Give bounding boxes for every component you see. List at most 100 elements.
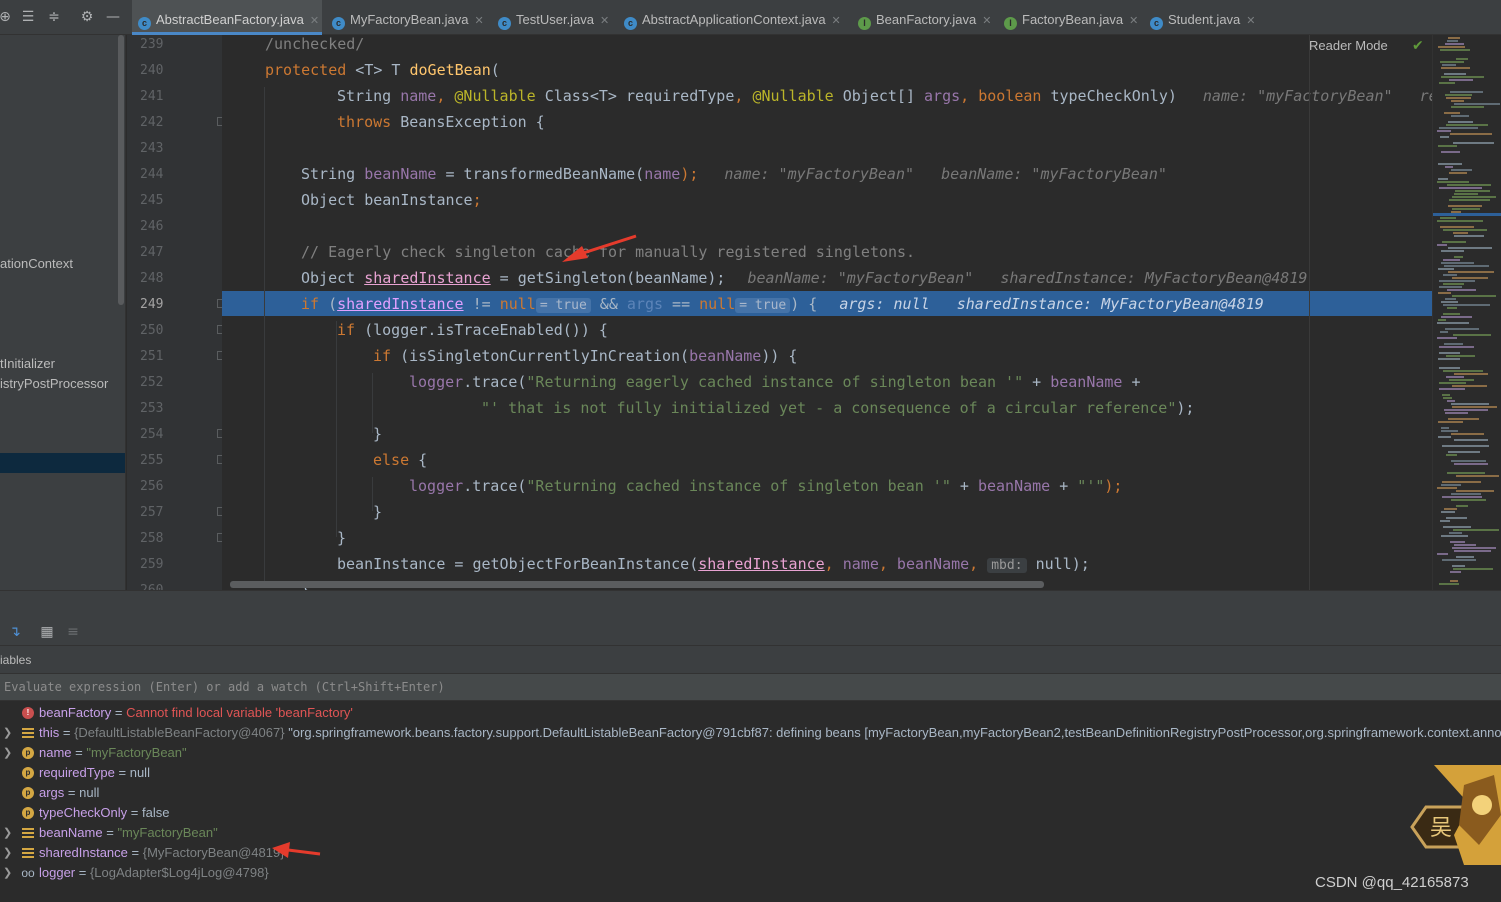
minimap-line — [1446, 517, 1467, 519]
project-selected-row[interactable] — [0, 453, 125, 473]
variable-row[interactable]: ❯ beanName = "myFactoryBean" — [0, 823, 1501, 843]
code-token: + — [1050, 477, 1078, 495]
minimap-line — [1450, 541, 1465, 543]
inline-debug-value: name: "myFactoryBean" re — [1202, 87, 1432, 105]
reader-mode-button[interactable]: Reader Mode — [1309, 38, 1388, 53]
code-token: .trace( — [463, 373, 527, 391]
code-minimap[interactable] — [1432, 35, 1501, 590]
minimap-line — [1456, 556, 1474, 558]
variable-row[interactable]: ❯ oo logger = {LogAdapter$Log4jLog@4798} — [0, 863, 1501, 883]
minimap-line — [1452, 565, 1465, 567]
variable-row[interactable]: p requiredType = null — [0, 763, 1501, 783]
gear-icon[interactable]: ⚙ — [78, 8, 96, 26]
code-token: BeansException { — [391, 113, 545, 131]
minimap-line — [1443, 313, 1460, 315]
code-token: = getSingleton(beanName); — [490, 269, 726, 287]
close-icon[interactable]: ✕ — [832, 15, 841, 27]
tab-abstract-application-context[interactable]: c AbstractApplicationContext.java ✕ — [620, 0, 850, 35]
minimap-line — [1451, 460, 1486, 462]
variable-row[interactable]: ❯ sharedInstance = {MyFactoryBean@4819} — [0, 843, 1501, 863]
minimap-line — [1445, 43, 1464, 45]
minimap-line — [1437, 322, 1469, 324]
indent-guide — [336, 321, 337, 537]
evaluate-expression-field[interactable]: Evaluate expression (Enter) or add a wat… — [0, 674, 1501, 701]
check-icon[interactable]: ✔ — [1412, 38, 1424, 54]
expand-all-icon[interactable]: ☰ — [19, 8, 37, 26]
close-icon[interactable]: ✕ — [1129, 15, 1138, 27]
tab-student[interactable]: c Student.java ✕ — [1146, 0, 1266, 35]
code-token: Object[] — [833, 87, 925, 105]
class-icon: c — [138, 17, 151, 30]
code-token: ); — [1176, 399, 1195, 417]
error-icon: ! — [22, 707, 34, 719]
collapse-all-icon[interactable]: ≑ — [45, 8, 63, 26]
minimap-line — [1454, 103, 1500, 105]
close-icon[interactable]: ✕ — [982, 15, 991, 27]
close-icon[interactable]: ✕ — [1246, 15, 1255, 27]
expand-arrow-icon[interactable]: ❯ — [3, 863, 12, 883]
project-item[interactable]: ationContext — [0, 256, 73, 271]
code-token: sharedInstance — [364, 269, 491, 287]
field-icon — [22, 728, 34, 738]
tab-label: AbstractApplicationContext.java — [642, 12, 826, 27]
indent-guide — [264, 87, 265, 587]
close-icon[interactable]: ✕ — [600, 15, 609, 27]
code-line-241: String name, @Nullable Class<T> required… — [337, 83, 1432, 109]
variable-row[interactable]: ❯ p name = "myFactoryBean" — [0, 743, 1501, 763]
minimap-line — [1443, 259, 1460, 261]
variable-row[interactable]: ❯ this = {DefaultListableBeanFactory@406… — [0, 723, 1501, 743]
settings-list-icon[interactable]: ≡ — [64, 623, 82, 641]
watch-icon: oo — [21, 866, 35, 880]
code-token: Class<T> — [535, 87, 626, 105]
variable-row[interactable]: p args = null — [0, 783, 1501, 803]
tab-bean-factory[interactable]: I BeanFactory.java ✕ — [854, 0, 996, 35]
variable-name: requiredType — [39, 765, 115, 780]
project-item[interactable]: tInitializer — [0, 356, 55, 371]
expand-arrow-icon[interactable]: ❯ — [3, 823, 12, 843]
horizontal-scrollbar[interactable] — [230, 581, 1044, 588]
minimap-line — [1440, 217, 1456, 219]
close-icon[interactable]: ✕ — [310, 15, 319, 27]
minimap-line — [1444, 409, 1488, 411]
code-line-240: protected <T> T doGetBean( — [265, 57, 500, 83]
tab-label: MyFactoryBean.java — [350, 12, 469, 27]
variable-equals: = — [127, 805, 142, 820]
tab-test-user[interactable]: c TestUser.java ✕ — [494, 0, 619, 35]
expand-arrow-icon[interactable]: ❯ — [3, 743, 12, 763]
code-token: + — [1122, 373, 1141, 391]
watermark: CSDN @qq_42165873 — [1315, 874, 1469, 891]
tab-factory-bean[interactable]: I FactoryBean.java ✕ — [1000, 0, 1142, 35]
project-item[interactable]: istryPostProcessor — [0, 376, 108, 391]
minimap-line — [1451, 100, 1464, 102]
minimap-line — [1452, 277, 1488, 279]
tab-label: TestUser.java — [516, 12, 595, 27]
line-number: 255 — [140, 453, 164, 468]
minimap-line — [1454, 373, 1488, 375]
minimap-line — [1441, 67, 1470, 69]
project-scrollbar[interactable] — [118, 35, 124, 305]
expand-arrow-icon[interactable]: ❯ — [3, 723, 12, 743]
minimap-line — [1451, 403, 1489, 405]
inline-hint: = true — [735, 298, 791, 313]
table-view-icon[interactable]: ▦ — [38, 623, 56, 641]
variable-row[interactable]: p typeCheckOnly = false — [0, 803, 1501, 823]
minimap-line — [1440, 49, 1470, 51]
inline-debug-value: name: "myFactoryBean" beanName: "myFacto… — [724, 165, 1167, 183]
tab-label: FactoryBean.java — [1022, 12, 1124, 27]
code-token: boolean — [978, 87, 1042, 105]
code-token: @Nullable — [454, 87, 536, 105]
minimize-icon[interactable]: — — [104, 8, 122, 26]
target-icon[interactable]: ⊕ — [0, 8, 14, 26]
close-icon[interactable]: ✕ — [475, 15, 484, 27]
expand-arrow-icon[interactable]: ❯ — [3, 843, 12, 863]
minimap-line — [1441, 511, 1455, 513]
minimap-line — [1447, 289, 1476, 291]
code-token: null); — [1026, 555, 1090, 573]
tab-my-factory-bean[interactable]: c MyFactoryBean.java ✕ — [328, 0, 488, 35]
line-number: 250 — [140, 323, 164, 338]
tab-abstract-bean-factory[interactable]: c AbstractBeanFactory.java ✕ — [132, 0, 322, 35]
step-icon[interactable]: ↴ — [6, 623, 24, 641]
minimap-line — [1451, 106, 1484, 108]
variable-row[interactable]: ! beanFactory = Cannot find local variab… — [0, 703, 1501, 723]
code-editor[interactable]: /unchecked/ protected <T> T doGetBean( S… — [222, 35, 1432, 590]
